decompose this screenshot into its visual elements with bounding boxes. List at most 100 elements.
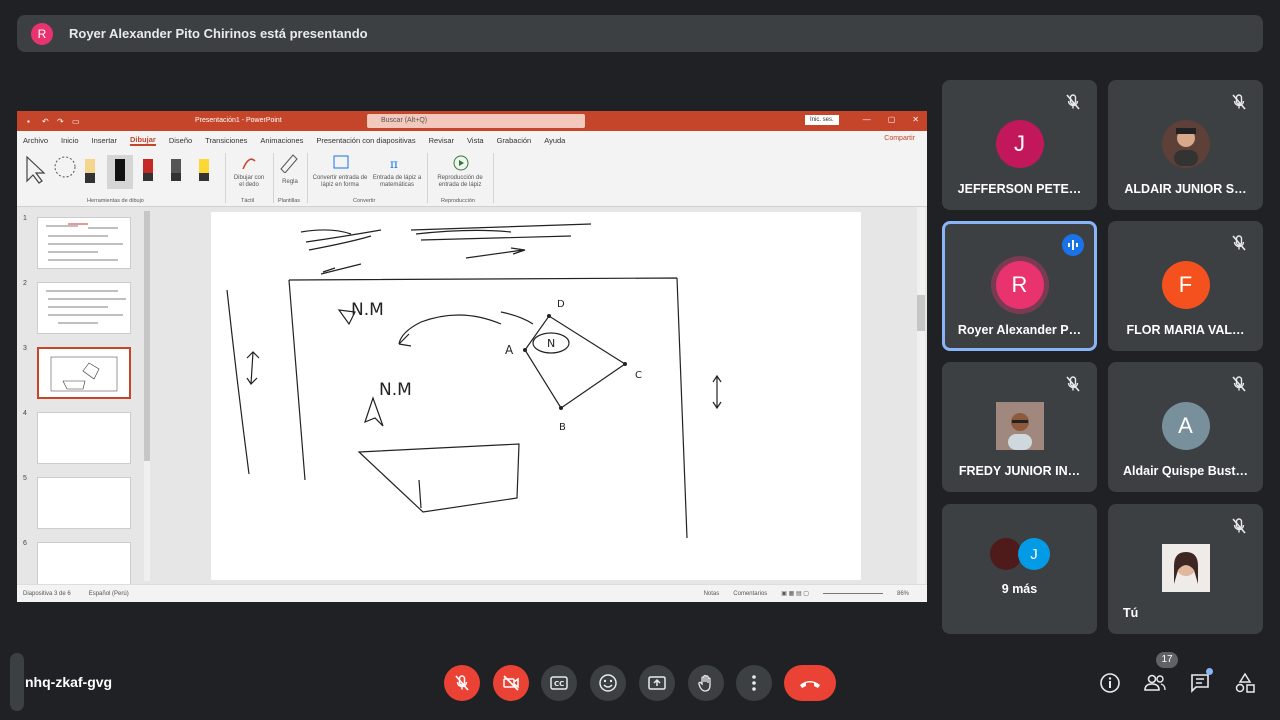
share-button: Compartir [884, 135, 915, 142]
draw-ribbon: Herramientas de dibujo Dibujar con el de… [17, 149, 927, 207]
replay-label: Reproducción de entrada de lápiz [437, 175, 483, 188]
slide-label-c: C [635, 370, 642, 381]
slide-label-d: D [557, 299, 565, 310]
presenting-banner: R Royer Alexander Pito Chirinos está pre… [17, 15, 1263, 52]
ink-math-icon: π [390, 157, 398, 171]
menu-transiciones: Transiciones [205, 135, 248, 145]
avatar: J [1018, 538, 1050, 570]
participant-tile[interactable]: FREDY JUNIOR IN… [942, 362, 1097, 492]
notes-button: Notas [703, 590, 720, 597]
touch-label: Táctil [241, 198, 255, 204]
mic-off-icon [455, 675, 469, 691]
meeting-code: nhq-zkaf-gvg [25, 674, 113, 690]
participant-tile[interactable]: A Aldair Quispe Bust… [1108, 362, 1263, 492]
undo-icon: ↶ [42, 116, 49, 126]
participant-tile[interactable]: R Royer Alexander P… [942, 221, 1097, 351]
thumb-num: 2 [23, 280, 27, 287]
ppt-title-bar: ▪ ↶ ↷ ▭ Presentación1 - PowerPoint Busca… [17, 111, 927, 131]
camera-toggle-button[interactable] [493, 665, 529, 701]
ruler-icon [280, 154, 298, 173]
svg-text:π: π [390, 157, 398, 171]
info-icon [1100, 673, 1120, 693]
end-call-button[interactable] [784, 665, 836, 701]
signin-button: Inic. ses. [805, 115, 839, 125]
mic-off-icon [1232, 94, 1246, 110]
thumbs-scrollbar [144, 211, 150, 581]
slide-thumb-1 [37, 217, 131, 269]
participant-name: Royer Alexander P… [957, 323, 1082, 337]
thumb-num: 3 [23, 345, 27, 352]
stencils-label: Plantillas [278, 198, 301, 204]
slide-scrollbar [917, 207, 925, 584]
activities-button[interactable] [1232, 670, 1258, 696]
minimize-icon: — [862, 115, 871, 124]
menu-diseno: Diseño [168, 135, 193, 145]
captions-button[interactable]: CC [541, 665, 577, 701]
menu-insertar: Insertar [91, 135, 117, 145]
ppt-menu: Archivo Inicio Insertar Dibujar Diseño T… [17, 131, 927, 149]
slide-label-a: A [505, 343, 514, 357]
people-button[interactable] [1142, 670, 1168, 696]
draw-finger-label: Dibujar con el dedo [233, 175, 265, 188]
comments-button: Comentarios [733, 590, 768, 597]
slide-thumb-2 [37, 282, 131, 334]
self-tile[interactable]: Tú [1108, 504, 1263, 634]
slide-label-n: N [547, 337, 555, 350]
chat-button[interactable] [1187, 668, 1213, 696]
svg-text:CC: CC [554, 680, 564, 688]
slide-thumbnails: 1 2 3 4 5 6 [17, 207, 153, 594]
menu-dibujar: Dibujar [129, 134, 156, 146]
mic-off-icon [1232, 376, 1246, 392]
avatar [1161, 544, 1210, 592]
menu-vista: Vista [467, 135, 484, 145]
people-icon [1144, 674, 1166, 691]
slide-count: Diapositiva 3 de 6 [23, 590, 71, 597]
more-participants-tile[interactable]: J 9 más [942, 504, 1097, 634]
mic-toggle-button[interactable] [444, 665, 480, 701]
slide-thumb-4 [37, 412, 131, 464]
more-options-button[interactable] [736, 665, 772, 701]
speaking-indicator [1062, 234, 1084, 256]
close-icon: ✕ [912, 115, 919, 124]
emoji-icon [599, 674, 617, 692]
redo-icon: ↷ [57, 116, 64, 126]
menu-inicio: Inicio [61, 135, 79, 145]
present-icon: ▭ [72, 116, 80, 126]
presenter-avatar: R [31, 22, 53, 45]
slide-label-b: B [559, 422, 566, 433]
menu-grabacion: Grabación [496, 135, 532, 145]
zoom-slider [822, 593, 883, 594]
camera-off-icon [503, 675, 519, 691]
menu-animaciones: Animaciones [260, 135, 304, 145]
slide-thumb-3 [37, 347, 131, 399]
participant-tile[interactable]: J JEFFERSON PETE… [942, 80, 1097, 210]
present-screen-icon [648, 676, 666, 690]
ppt-search: Buscar (Alt+Q) [367, 114, 585, 128]
participant-name: FLOR MARIA VAL… [1126, 323, 1245, 337]
participant-tile[interactable]: F FLOR MARIA VAL… [1108, 221, 1263, 351]
drawing-tools-label: Herramientas de dibujo [87, 198, 144, 204]
menu-revisar: Revisar [428, 135, 455, 145]
avatar: A [1161, 402, 1210, 450]
hang-up-icon [800, 681, 820, 688]
participant-tile[interactable]: ALDAIR JUNIOR S… [1108, 80, 1263, 210]
replay-icon [453, 155, 469, 171]
meeting-info-button[interactable] [1097, 670, 1123, 696]
mic-off-icon [1066, 376, 1080, 392]
side-panel-handle[interactable] [10, 653, 24, 711]
present-button[interactable] [639, 665, 675, 701]
more-count: 9 más [1001, 582, 1038, 596]
replay-group-label: Reproducción [441, 198, 475, 204]
more-vert-icon [752, 675, 756, 691]
mic-off-icon [1232, 235, 1246, 251]
doc-title: Presentación1 - PowerPoint [195, 117, 282, 124]
activities-icon [1235, 672, 1255, 693]
shared-screen: ▪ ↶ ↷ ▭ Presentación1 - PowerPoint Busca… [17, 111, 927, 602]
participant-name: JEFFERSON PETE… [957, 182, 1082, 196]
raise-hand-button[interactable] [688, 665, 724, 701]
drawing-tools-icons [26, 155, 209, 189]
reactions-button[interactable] [590, 665, 626, 701]
convert-label: Convertir [353, 198, 376, 204]
maximize-icon: ▢ [887, 115, 896, 124]
slide-thumb-5 [37, 477, 131, 529]
